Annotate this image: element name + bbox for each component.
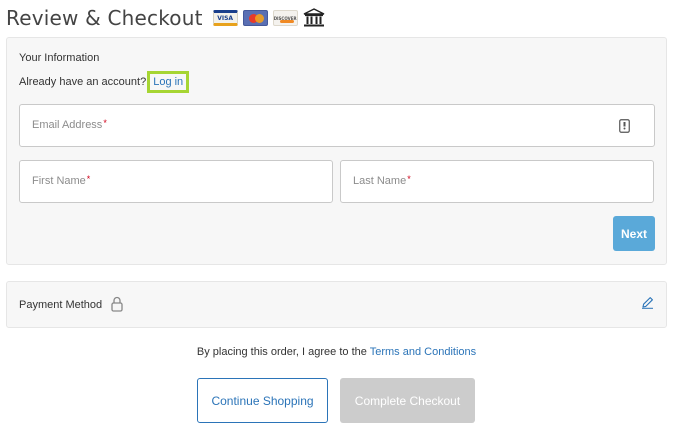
checkout-header: Review & Checkout VISA DISCOVER — [6, 5, 325, 31]
last-name-field[interactable]: Last Name* — [340, 160, 654, 203]
terms-link[interactable]: Terms and Conditions — [370, 346, 476, 358]
last-name-input[interactable] — [341, 161, 653, 202]
keychain-icon[interactable] — [619, 119, 630, 133]
discover-icon: DISCOVER — [272, 10, 298, 26]
first-name-input[interactable] — [20, 161, 332, 202]
pencil-icon[interactable] — [641, 296, 654, 309]
complete-checkout-button[interactable]: Complete Checkout — [340, 378, 475, 423]
email-input[interactable] — [20, 105, 654, 146]
lock-icon — [111, 296, 123, 312]
account-prompt-line: Already have an account? Log in — [19, 71, 190, 93]
login-link[interactable]: Log in — [147, 71, 190, 93]
next-button[interactable]: Next — [613, 216, 655, 251]
continue-shopping-button[interactable]: Continue Shopping — [197, 378, 328, 423]
visa-text: VISA — [217, 14, 234, 22]
account-prompt: Already have an account? — [19, 76, 147, 88]
visa-icon: VISA — [212, 10, 238, 26]
payment-method-label: Payment Method — [19, 299, 103, 311]
discover-text: DISCOVER — [273, 15, 297, 21]
mastercard-icon — [242, 10, 268, 26]
bank-icon — [303, 8, 324, 27]
page-title: Review & Checkout — [6, 6, 203, 30]
terms-agreement: By placing this order, I agree to the Te… — [0, 346, 673, 358]
section-title: Your Information — [19, 52, 100, 64]
agree-text: By placing this order, I agree to the — [196, 346, 367, 358]
first-name-field[interactable]: First Name* — [19, 160, 333, 203]
email-field[interactable]: Email Address* — [19, 104, 655, 147]
payment-method-panel[interactable]: Payment Method — [6, 281, 667, 328]
your-information-panel: Your Information Already have an account… — [6, 37, 667, 265]
payment-icons: VISA DISCOVER — [212, 8, 325, 28]
